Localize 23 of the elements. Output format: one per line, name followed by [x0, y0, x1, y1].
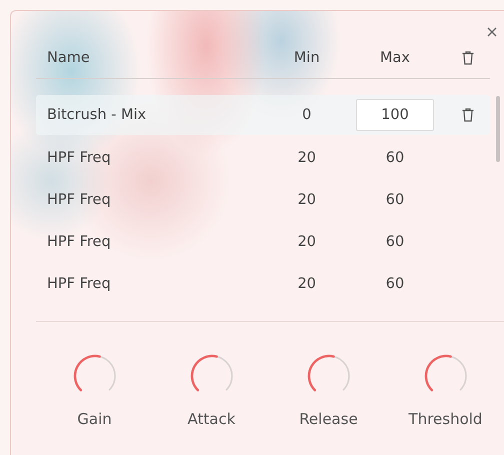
table-cell-text: HPF Freq — [46, 276, 112, 292]
table-cell-text: 20 — [296, 192, 318, 208]
column-header: Min — [292, 50, 321, 66]
table-cell-text: 20 — [296, 276, 318, 292]
table-cell: 60 — [386, 276, 404, 292]
table-cell-text: HPF Freq — [46, 150, 112, 166]
table-cell-text: 0 — [301, 107, 312, 123]
column-header: Name — [46, 50, 91, 66]
table-cell-text: Bitcrush - Mix — [46, 107, 148, 123]
knob-label: Release — [299, 410, 358, 428]
max-input-field[interactable]: 100 — [356, 99, 434, 131]
knob-label: Attack — [188, 410, 236, 428]
table-row[interactable]: Bitcrush - Mix 0 100 — [36, 95, 490, 135]
table-cell-text: 20 — [296, 234, 318, 250]
knob-label: Threshold — [408, 410, 482, 428]
table-cell: 60 — [386, 150, 404, 166]
table-cell: 60 — [386, 192, 404, 208]
table-cell-text: HPF Freq — [46, 192, 112, 208]
table-cell-text: 20 — [296, 150, 318, 166]
table-cell: 60 — [386, 234, 404, 250]
table-cell-text: HPF Freq — [46, 234, 112, 250]
column-header: Max — [379, 50, 411, 66]
knob-label: Gain — [77, 410, 112, 428]
